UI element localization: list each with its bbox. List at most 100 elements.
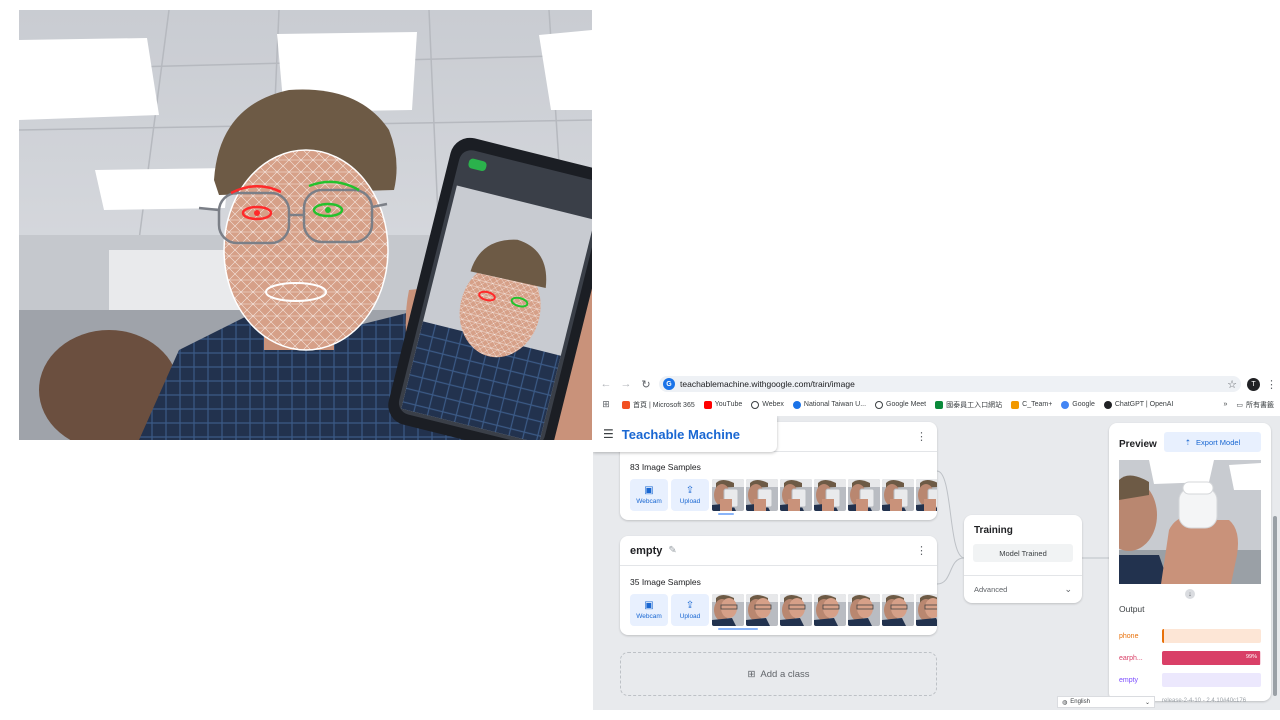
sample-thumbnail[interactable] bbox=[882, 479, 914, 511]
sample-thumbnail[interactable] bbox=[916, 479, 937, 511]
all-bookmarks-folder[interactable]: ▭ 所有書籤 bbox=[1236, 400, 1274, 410]
bookmark-star-icon[interactable]: ☆ bbox=[1227, 378, 1237, 391]
menu-icon[interactable]: ☰ bbox=[603, 427, 614, 441]
url-text[interactable]: teachablemachine.withgoogle.com/train/im… bbox=[680, 379, 1222, 389]
globe-icon: ◍ bbox=[1062, 699, 1068, 706]
output-row-earphone: earph... 99% bbox=[1119, 651, 1261, 665]
sample-thumbnail[interactable] bbox=[712, 594, 744, 626]
app-title[interactable]: Teachable Machine bbox=[622, 427, 740, 442]
model-trained-button[interactable]: Model Trained bbox=[973, 544, 1073, 562]
reload-icon[interactable]: ↻ bbox=[639, 377, 653, 391]
export-icon: ⇡ bbox=[1184, 437, 1192, 447]
confidence-percent: 99% bbox=[1245, 654, 1257, 660]
back-icon[interactable]: ← bbox=[599, 377, 613, 391]
webcam-photo bbox=[19, 10, 592, 440]
bookmarks-overflow-button[interactable]: » bbox=[1223, 401, 1227, 408]
sample-thumbnails[interactable] bbox=[712, 594, 937, 626]
webcam-button[interactable]: ▣ Webcam bbox=[630, 594, 668, 626]
sample-thumbnail[interactable] bbox=[882, 594, 914, 626]
ntu-icon bbox=[792, 400, 801, 409]
folder-icon: ▭ bbox=[1236, 401, 1243, 409]
thumbnail-scrollbar[interactable] bbox=[718, 513, 734, 515]
confidence-fill bbox=[1162, 629, 1164, 643]
output-label: earph... bbox=[1119, 654, 1143, 662]
openai-icon bbox=[1103, 400, 1112, 409]
confidence-bar bbox=[1162, 673, 1261, 687]
chevron-down-icon: ⌄ bbox=[1144, 699, 1150, 706]
apps-grid-icon[interactable]: ⊞ bbox=[599, 398, 613, 412]
class-options-icon[interactable]: ⋮ bbox=[916, 430, 927, 443]
output-title: Output bbox=[1119, 604, 1145, 614]
youtube-icon bbox=[703, 400, 712, 409]
upload-button[interactable]: ⇪ Upload bbox=[671, 594, 709, 626]
sample-count: 83 Image Samples bbox=[630, 462, 701, 472]
app-header: ☰ Teachable Machine bbox=[593, 416, 777, 452]
upload-icon: ⇪ bbox=[685, 599, 695, 611]
page-scrollbar[interactable] bbox=[1273, 516, 1277, 696]
preview-webcam-feed bbox=[1119, 460, 1261, 584]
confidence-bar bbox=[1162, 629, 1261, 643]
release-version: release-2-4-10 - 2.4.10#40c176 bbox=[1162, 698, 1247, 704]
upload-icon: ⇪ bbox=[685, 484, 695, 496]
upload-button[interactable]: ⇪ Upload bbox=[671, 479, 709, 511]
class-options-icon[interactable]: ⋮ bbox=[916, 544, 927, 557]
output-row-empty: empty bbox=[1119, 673, 1261, 687]
class-name[interactable]: empty bbox=[630, 545, 662, 557]
sample-thumbnail[interactable] bbox=[814, 594, 846, 626]
sample-thumbnail[interactable] bbox=[746, 479, 778, 511]
training-card: Training Model Trained Advanced ⌄ bbox=[964, 515, 1082, 603]
training-title: Training bbox=[974, 525, 1013, 536]
language-select[interactable]: ◍ English ⌄ bbox=[1057, 696, 1155, 708]
teachable-machine-app: ⋮ 83 Image Samples ▣ Webcam ⇪ Upload emp… bbox=[593, 416, 1280, 710]
sample-thumbnail[interactable] bbox=[916, 594, 937, 626]
class-card-header: empty ✎ ⋮ bbox=[620, 536, 937, 566]
preview-title: Preview bbox=[1119, 439, 1157, 450]
sample-thumbnail[interactable] bbox=[746, 594, 778, 626]
output-label: phone bbox=[1119, 632, 1139, 640]
address-bar[interactable]: G teachablemachine.withgoogle.com/train/… bbox=[659, 376, 1241, 392]
thumbnail-scrollbar[interactable] bbox=[718, 628, 758, 630]
preview-card: Preview ⇡ Export Model ↓ Output phone ea… bbox=[1109, 423, 1271, 701]
globe-icon bbox=[751, 400, 760, 409]
browser-toolbar: ← → ↻ G teachablemachine.withgoogle.com/… bbox=[593, 374, 1280, 394]
confidence-bar: 99% bbox=[1162, 651, 1261, 665]
bookmark-google-meet[interactable]: Google Meet bbox=[875, 400, 926, 409]
forward-icon[interactable]: → bbox=[619, 377, 633, 391]
sample-thumbnail[interactable] bbox=[780, 594, 812, 626]
sample-thumbnails[interactable] bbox=[712, 479, 937, 511]
microsoft-365-icon bbox=[622, 400, 630, 409]
advanced-toggle[interactable]: Advanced ⌄ bbox=[964, 575, 1082, 603]
sample-thumbnail[interactable] bbox=[848, 594, 880, 626]
globe-icon bbox=[875, 400, 884, 409]
sample-thumbnail[interactable] bbox=[814, 479, 846, 511]
sample-thumbnail[interactable] bbox=[712, 479, 744, 511]
output-row-phone: phone bbox=[1119, 629, 1261, 643]
arrow-down-icon: ↓ bbox=[1185, 589, 1195, 599]
tree-icon bbox=[935, 400, 944, 409]
bookmark-chatgpt[interactable]: ChatGPT | OpenAI bbox=[1103, 400, 1173, 409]
profile-avatar[interactable]: T bbox=[1247, 377, 1260, 391]
bookmark-national-taiwan-u[interactable]: National Taiwan U... bbox=[792, 400, 866, 409]
bookmark-microsoft-365[interactable]: 首頁 | Microsoft 365 bbox=[622, 400, 695, 410]
edit-pencil-icon[interactable]: ✎ bbox=[668, 545, 676, 556]
bookmark-cathay-portal[interactable]: 國泰員工入口網站 bbox=[935, 400, 1002, 410]
add-box-icon: ⊞ bbox=[747, 668, 756, 680]
site-info-icon[interactable]: G bbox=[663, 378, 675, 390]
bookmark-webex[interactable]: Webex bbox=[751, 400, 784, 409]
face-mesh-photo bbox=[19, 10, 592, 440]
sample-thumbnail[interactable] bbox=[780, 479, 812, 511]
google-icon bbox=[1061, 400, 1070, 409]
bookmark-youtube[interactable]: YouTube bbox=[703, 400, 742, 409]
preview-frame bbox=[1119, 460, 1261, 584]
browser-window: ← → ↻ G teachablemachine.withgoogle.com/… bbox=[593, 374, 1280, 710]
bookmark-c-team[interactable]: C_Team+ bbox=[1011, 400, 1052, 409]
bookmarks-bar: ⊞ 首頁 | Microsoft 365 YouTube Webex Natio… bbox=[593, 394, 1280, 415]
bookmark-google[interactable]: Google bbox=[1061, 400, 1095, 409]
webcam-button[interactable]: ▣ Webcam bbox=[630, 479, 668, 511]
add-class-button[interactable]: ⊞ Add a class bbox=[620, 652, 937, 696]
chevron-down-icon: ⌄ bbox=[1064, 584, 1072, 594]
export-model-button[interactable]: ⇡ Export Model bbox=[1164, 432, 1261, 452]
sample-thumbnail[interactable] bbox=[848, 479, 880, 511]
browser-menu-icon[interactable]: ⋮ bbox=[1266, 378, 1277, 391]
class-card-empty: empty ✎ ⋮ 35 Image Samples ▣ Webcam ⇪ Up… bbox=[620, 536, 937, 635]
